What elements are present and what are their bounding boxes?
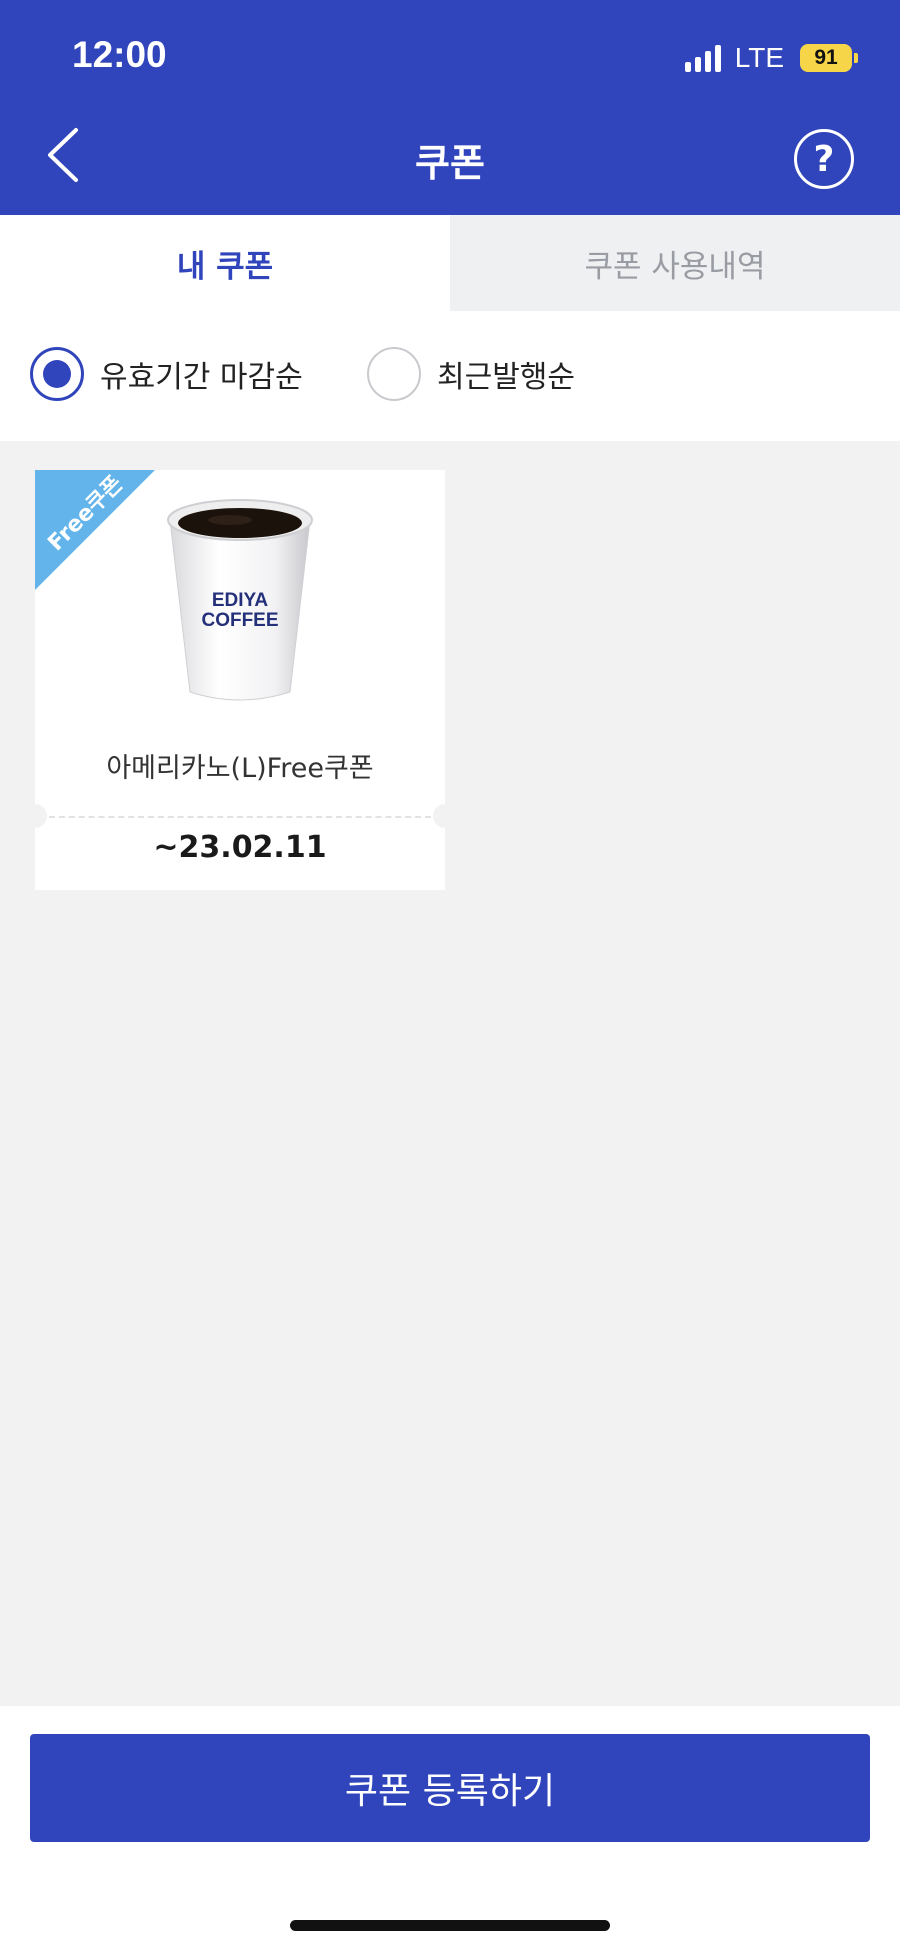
sort-expiry-radio[interactable]: 유효기간 마감순: [30, 347, 303, 401]
coupon-expiry: ~23.02.11: [153, 830, 327, 865]
sort-recent-radio[interactable]: 최근발행순: [367, 347, 575, 401]
network-label: LTE: [734, 42, 784, 73]
footer: 쿠폰 등록하기: [0, 1706, 900, 1948]
coupon-divider: [49, 816, 431, 818]
sort-options: 유효기간 마감순 최근발행순: [0, 311, 900, 441]
tab-coupon-history[interactable]: 쿠폰 사용내역: [450, 215, 900, 311]
sort-expiry-label: 유효기간 마감순: [100, 360, 303, 395]
question-icon: ?: [813, 138, 835, 180]
status-time: 12:00: [72, 34, 167, 75]
brand-line-2: COFFEE: [201, 610, 278, 631]
coffee-cup-image: EDIYA COFFEE: [160, 496, 320, 706]
status-indicators: LTE 91: [684, 40, 858, 76]
radio-unchecked-icon: [367, 347, 421, 401]
sort-recent-label: 최근발행순: [437, 360, 575, 395]
signal-icon: [684, 44, 721, 72]
home-indicator: [290, 1920, 610, 1931]
coupon-tabs: 내 쿠폰 쿠폰 사용내역: [0, 215, 900, 311]
register-coupon-button[interactable]: 쿠폰 등록하기: [30, 1734, 870, 1842]
free-coupon-badge: Free쿠폰: [35, 470, 155, 590]
coupon-card[interactable]: Free쿠폰 EDIYA COFFEE 아메리카노(L)Free쿠폰 ~23.0…: [35, 470, 445, 890]
tab-my-coupons[interactable]: 내 쿠폰: [0, 215, 450, 311]
battery-level: 91: [800, 44, 852, 72]
page-title: 쿠폰: [415, 141, 485, 185]
coupon-name: 아메리카노(L)Free쿠폰: [106, 753, 374, 784]
brand-line-1: EDIYA: [212, 590, 269, 611]
app-header: 12:00 LTE 91 쿠폰 ?: [0, 0, 900, 215]
help-button[interactable]: ?: [794, 129, 854, 189]
radio-checked-icon: [30, 347, 84, 401]
battery-icon: 91: [800, 44, 858, 72]
